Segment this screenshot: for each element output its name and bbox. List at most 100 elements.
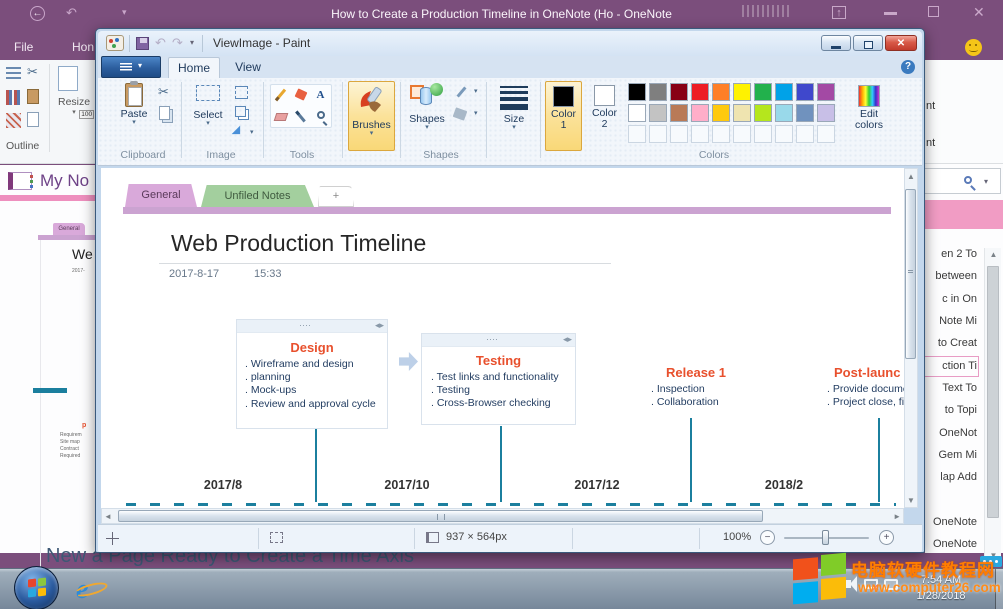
palette-color[interactable] (670, 83, 688, 101)
palette-empty[interactable] (775, 125, 793, 143)
palette-color[interactable] (775, 104, 793, 122)
edit-colors-button[interactable]: Edit colors (847, 81, 891, 131)
feedback-smiley-icon[interactable] (965, 39, 982, 56)
palette-color[interactable] (754, 83, 772, 101)
save-icon[interactable] (136, 37, 149, 50)
paint-file-menu-button[interactable]: ▾ (101, 56, 161, 78)
palette-empty[interactable] (817, 125, 835, 143)
size-button[interactable]: Size▾ (492, 83, 536, 131)
scroll-thumb[interactable] (987, 266, 999, 518)
palette-color[interactable] (796, 83, 814, 101)
resize-icon[interactable] (235, 106, 246, 117)
scroll-down-icon[interactable]: ▼ (905, 496, 917, 505)
palette-color[interactable] (628, 83, 646, 101)
shape-fill-icon[interactable] (453, 107, 468, 121)
palette-empty[interactable] (796, 125, 814, 143)
hscroll-thumb[interactable] (118, 510, 763, 522)
outline-move-icon[interactable] (6, 90, 21, 105)
canvas-hscrollbar[interactable]: ◄ ► (101, 508, 904, 524)
zoom-out-button[interactable]: − (760, 530, 775, 545)
onenote-scrollbar[interactable]: ▲ ▼ (984, 248, 1001, 565)
onenote-close-button[interactable]: ✕ (973, 4, 985, 21)
scroll-left-icon[interactable]: ◄ (104, 512, 112, 521)
text-tool-icon[interactable]: A (312, 86, 329, 103)
zoom-in-button[interactable]: + (879, 530, 894, 545)
palette-color[interactable] (691, 104, 709, 122)
palette-empty[interactable] (754, 125, 772, 143)
outline-demote-icon[interactable] (6, 113, 21, 128)
magnifier-icon[interactable] (312, 108, 329, 125)
outline-dropdown-icon[interactable]: ▾ (474, 87, 478, 95)
paste-small-icon[interactable] (27, 89, 39, 104)
undo-icon[interactable]: ↶ (155, 35, 166, 51)
pencil-icon[interactable] (272, 86, 289, 103)
color2-button[interactable]: Color 2 (586, 81, 623, 151)
palette-color[interactable] (691, 83, 709, 101)
palette-empty[interactable] (733, 125, 751, 143)
paint-tab-view[interactable]: View (224, 57, 272, 78)
eraser-icon[interactable] (272, 108, 289, 125)
page-copy-icon[interactable] (27, 112, 39, 127)
onenote-tab-file[interactable]: File (14, 40, 33, 54)
palette-color[interactable] (712, 104, 730, 122)
search-box[interactable]: ▾ (915, 168, 1001, 194)
show-desktop-button[interactable] (995, 569, 1003, 609)
fill-dropdown-icon[interactable]: ▾ (474, 109, 478, 117)
palette-color[interactable] (733, 83, 751, 101)
tray-clock-date[interactable]: 1/28/2018 (900, 590, 982, 602)
start-button[interactable] (14, 566, 59, 609)
paint-minimize-button[interactable] (821, 35, 851, 51)
redo-icon[interactable]: ↷ (172, 35, 183, 51)
notebook-name[interactable]: My No (40, 171, 89, 191)
fill-bucket-icon[interactable] (292, 86, 309, 103)
palette-color[interactable] (754, 104, 772, 122)
search-dropdown-icon[interactable]: ▾ (984, 177, 988, 186)
palette-empty[interactable] (712, 125, 730, 143)
paint-restore-button[interactable] (853, 35, 883, 51)
help-icon[interactable]: ? (901, 60, 915, 74)
palette-empty[interactable] (628, 125, 646, 143)
palette-color[interactable] (712, 83, 730, 101)
copy-icon[interactable] (159, 106, 170, 120)
palette-color[interactable] (817, 83, 835, 101)
scroll-up-icon[interactable]: ▲ (905, 172, 917, 181)
paint-close-button[interactable]: ✕ (885, 35, 917, 51)
palette-empty[interactable] (649, 125, 667, 143)
color1-button[interactable]: Color 1 (545, 81, 582, 151)
palette-empty[interactable] (670, 125, 688, 143)
canvas-vscrollbar[interactable]: ▲ ▼ (904, 168, 918, 508)
onenote-restore-button[interactable] (928, 6, 939, 17)
paint-tab-home[interactable]: Home (168, 57, 220, 79)
rotate-icon[interactable] (232, 126, 245, 139)
scroll-up-icon[interactable]: ▲ (985, 250, 1002, 259)
tray-clock-time[interactable]: 7:54 AM (900, 574, 982, 586)
palette-color[interactable] (733, 104, 751, 122)
vscroll-thumb[interactable] (905, 189, 916, 359)
ribbon-options-icon[interactable]: ↑ (832, 6, 846, 19)
palette-color[interactable] (649, 83, 667, 101)
shape-outline-icon[interactable] (454, 86, 472, 98)
crop-icon[interactable] (235, 86, 248, 99)
outline-promote-icon[interactable] (6, 67, 21, 82)
palette-empty[interactable] (691, 125, 709, 143)
taskbar-internet-explorer-icon[interactable]: e (76, 574, 108, 606)
palette-color[interactable] (670, 104, 688, 122)
scroll-right-icon[interactable]: ► (893, 512, 901, 521)
palette-color[interactable] (649, 104, 667, 122)
brushes-button[interactable]: Brushes▾ (348, 81, 395, 151)
palette-color[interactable] (796, 104, 814, 122)
eyedropper-icon[interactable] (292, 108, 309, 125)
zoom-slider-thumb[interactable] (822, 530, 829, 545)
rotate-dropdown-icon[interactable]: ▾ (250, 128, 254, 136)
onenote-tab-home[interactable]: Hon (72, 40, 94, 54)
cut-icon[interactable]: ✂ (27, 64, 38, 80)
palette-color[interactable] (628, 104, 646, 122)
cut-icon[interactable]: ✂ (158, 84, 169, 100)
action-center-icon[interactable] (884, 579, 898, 590)
shapes-button[interactable]: Shapes▾ (405, 83, 449, 131)
palette-color[interactable] (775, 83, 793, 101)
select-button[interactable]: Select▾ (186, 83, 230, 127)
paste-button[interactable]: Paste▾ (113, 83, 155, 126)
palette-color[interactable] (817, 104, 835, 122)
paint-canvas[interactable]: General Unfiled Notes + Web Production T… (101, 168, 904, 508)
